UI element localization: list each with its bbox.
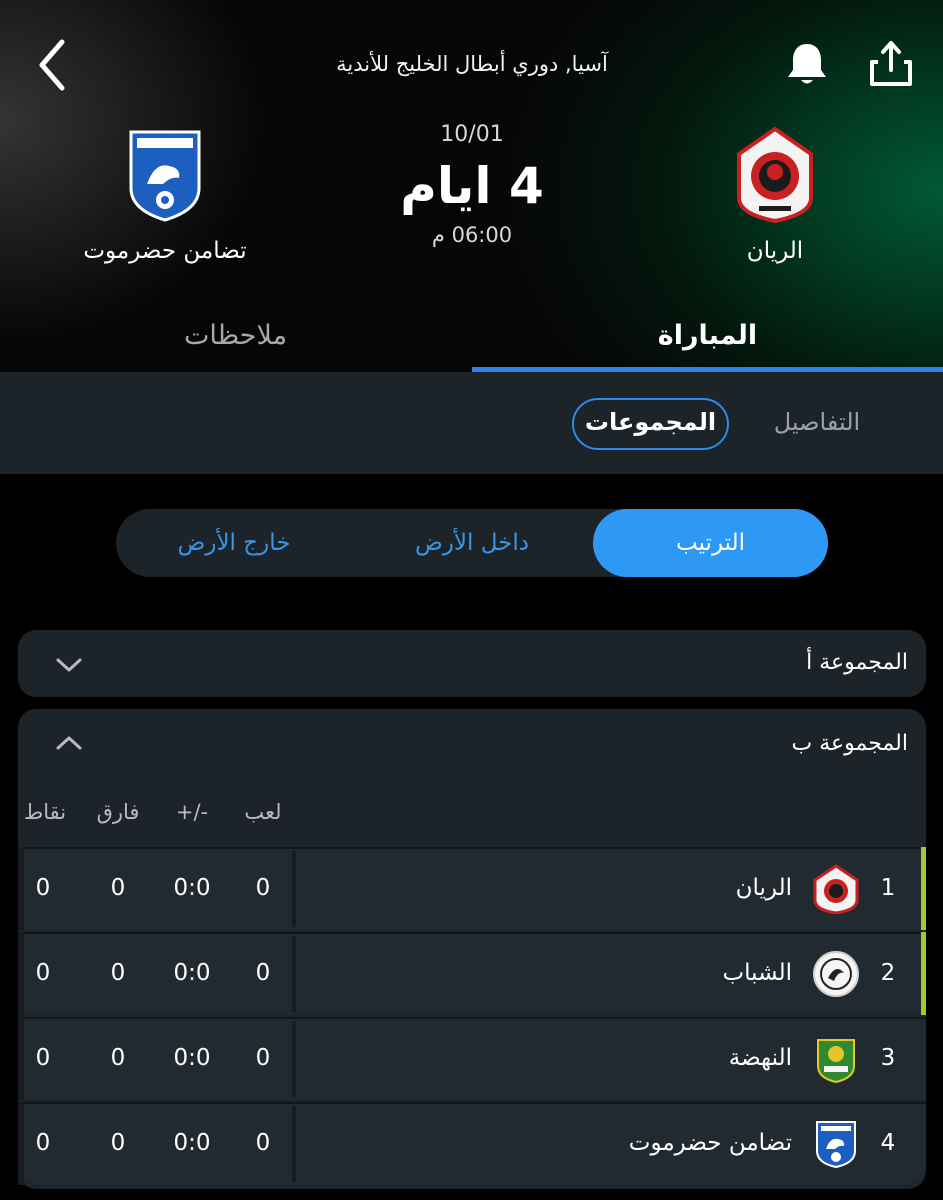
table-row[interactable]: 3 النهضة 0 0:0 0 0	[18, 1017, 926, 1100]
table-row[interactable]: 1 الريان 0 0:0 0 0	[18, 847, 926, 930]
group-a-card[interactable]: المجموعة أ	[18, 630, 926, 697]
back-button[interactable]	[32, 36, 76, 94]
notification-button[interactable]	[784, 40, 830, 88]
subtab-details[interactable]: التفاصيل	[752, 398, 882, 446]
kickoff-time: 06:00 م	[431, 223, 513, 247]
table-row[interactable]: 4 تضامن حضرموت 0 0:0 0 0	[18, 1102, 926, 1185]
played-value: 0	[255, 960, 271, 986]
played-value: 0	[255, 1045, 271, 1071]
col-goals: +/-	[175, 800, 209, 824]
group-b-title: المجموعة ب	[791, 731, 908, 756]
team-position: 1	[880, 875, 896, 901]
col-played: لعب	[244, 800, 282, 824]
team-name: الريان	[735, 875, 792, 901]
away-team[interactable]: تضامن حضرموت	[60, 126, 270, 264]
diff-value: 0	[110, 1130, 126, 1156]
filter-ranking[interactable]: الترتيب	[593, 509, 828, 577]
goals-value: 0:0	[173, 875, 211, 901]
table-row[interactable]: 2 الشباب 0 0:0 0 0	[18, 932, 926, 1015]
diff-value: 0	[110, 960, 126, 986]
group-a-title: المجموعة أ	[806, 650, 908, 675]
team-name: الشباب	[722, 960, 792, 986]
chevron-down-icon[interactable]	[54, 655, 84, 675]
team-position: 2	[880, 960, 896, 986]
subtab-groups[interactable]: المجموعات	[572, 398, 729, 450]
match-date: 10/01	[440, 122, 504, 147]
share-icon	[870, 41, 912, 86]
filter-away[interactable]: خارج الأرض	[116, 509, 352, 577]
bell-icon	[788, 44, 826, 84]
diff-value: 0	[110, 875, 126, 901]
goals-value: 0:0	[173, 1045, 211, 1071]
share-button[interactable]	[866, 38, 916, 90]
standings-filter: خارج الأرض داخل الأرض الترتيب	[116, 509, 828, 577]
qualification-marker	[921, 847, 926, 930]
tab-match[interactable]: المباراة	[472, 320, 943, 372]
points-value: 0	[35, 1130, 51, 1156]
goals-value: 0:0	[173, 960, 211, 986]
subtab-bar: التفاصيل المجموعات	[0, 372, 943, 474]
team-name: النهضة	[728, 1045, 792, 1071]
home-team[interactable]: الريان	[700, 126, 850, 264]
competition-title: آسيا, دوري أبطال الخليج للأندية	[336, 52, 608, 76]
filter-home[interactable]: داخل الأرض	[356, 509, 588, 577]
team-position: 3	[880, 1045, 896, 1071]
points-value: 0	[35, 960, 51, 986]
diff-value: 0	[110, 1045, 126, 1071]
match-header: آسيا, دوري أبطال الخليج للأندية الريان 1…	[0, 0, 943, 372]
countdown: 4 ايام	[400, 157, 544, 215]
tadamon-hadramaut-logo-icon	[129, 130, 201, 222]
team-position: 4	[880, 1130, 896, 1156]
points-value: 0	[35, 1045, 51, 1071]
al-rayyan-logo-icon	[737, 126, 813, 224]
team-name: تضامن حضرموت	[628, 1130, 792, 1156]
tadamon-hadramaut-logo-icon	[816, 1121, 856, 1169]
away-team-name: تضامن حضرموت	[83, 238, 247, 264]
col-points: نقاط	[23, 800, 67, 824]
tab-notes[interactable]: ملاحظات	[0, 320, 471, 372]
col-diff: فارق	[96, 800, 140, 824]
qualification-marker	[921, 932, 926, 1015]
played-value: 0	[255, 1130, 271, 1156]
home-team-name: الريان	[746, 238, 804, 264]
chevron-left-icon	[39, 39, 65, 91]
match-info: 10/01 4 ايام 06:00 م	[372, 122, 572, 247]
played-value: 0	[255, 875, 271, 901]
points-value: 0	[35, 875, 51, 901]
chevron-up-icon[interactable]	[54, 733, 84, 753]
goals-value: 0:0	[173, 1130, 211, 1156]
al-shabab-logo-icon	[813, 951, 859, 997]
al-nahda-logo-icon	[817, 1039, 855, 1084]
al-rayyan-logo-icon	[813, 864, 859, 914]
